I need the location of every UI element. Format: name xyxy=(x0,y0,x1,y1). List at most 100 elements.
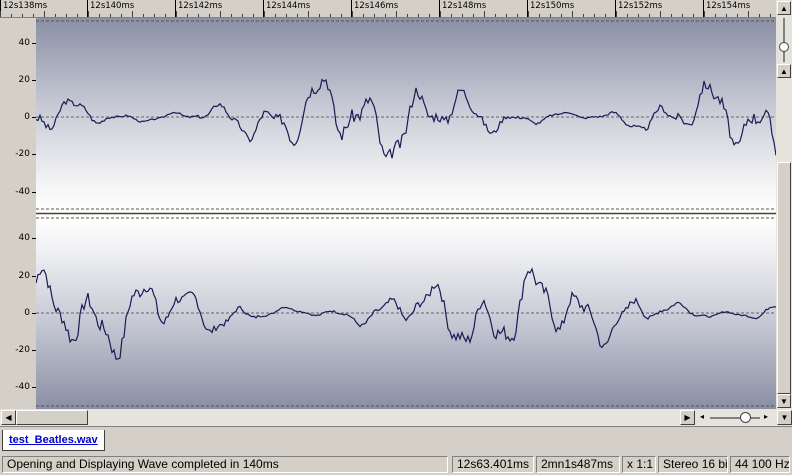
ruler-minor-tick xyxy=(671,14,672,17)
ruler-minor-tick xyxy=(22,14,23,17)
ruler-minor-tick xyxy=(770,14,771,17)
y-label: -20 xyxy=(15,345,30,355)
amplitude-axis: 40 20 0 -20 -40 40 20 0 -20 -40 xyxy=(0,18,36,409)
ruler-minor-tick xyxy=(286,14,287,17)
status-position: 12s63.401ms xyxy=(452,456,534,473)
file-tab[interactable]: test_Beatles.wav xyxy=(2,430,105,451)
vertical-scroll-thumb[interactable] xyxy=(777,162,791,394)
ruler-minor-tick xyxy=(264,11,265,17)
horizontal-scrollbar[interactable]: ◀ ▶ ◂ ▸ ▼ xyxy=(0,409,792,426)
y-label: 0 xyxy=(24,308,30,318)
ruler-minor-tick xyxy=(418,14,419,17)
ruler-minor-tick xyxy=(198,14,199,17)
vertical-scrollbar[interactable]: ▲ ▲ ▼ xyxy=(776,0,792,409)
channel-left-bg xyxy=(36,18,776,212)
y-label: -20 xyxy=(15,149,30,159)
ruler-minor-tick xyxy=(341,14,342,17)
ruler-minor-tick xyxy=(132,11,133,17)
arrow-right-icon[interactable]: ▸ xyxy=(764,412,768,421)
ruler-minor-tick xyxy=(176,11,177,17)
ruler-minor-tick xyxy=(143,14,144,17)
ruler-minor-tick xyxy=(121,14,122,17)
y-label: 20 xyxy=(18,75,30,85)
ruler-minor-tick xyxy=(242,14,243,17)
ruler-minor-tick xyxy=(396,11,397,17)
ruler-minor-tick xyxy=(616,11,617,17)
status-message: Opening and Displaying Wave completed in… xyxy=(2,456,448,473)
status-bar: Opening and Displaying Wave completed in… xyxy=(0,454,792,475)
ruler-minor-tick xyxy=(44,11,45,17)
ruler-minor-tick xyxy=(748,11,749,17)
arrow-left-icon[interactable]: ◂ xyxy=(700,412,704,421)
ruler-minor-tick xyxy=(451,14,452,17)
arrow-down-icon[interactable]: ▼ xyxy=(777,394,791,408)
ruler-minor-tick xyxy=(440,11,441,17)
waveform-display[interactable] xyxy=(36,18,776,409)
status-zoom: x 1:1 xyxy=(622,456,656,473)
status-rate: 44 100 Hz xyxy=(730,456,790,473)
ruler-minor-tick xyxy=(528,11,529,17)
horizontal-zoom-slider[interactable]: ◂ ▸ xyxy=(698,410,776,425)
arrow-up-icon[interactable]: ▲ xyxy=(777,64,791,78)
ruler-minor-tick xyxy=(539,14,540,17)
ruler-minor-tick xyxy=(374,14,375,17)
ruler-minor-tick xyxy=(66,14,67,17)
ruler-minor-tick xyxy=(352,11,353,17)
ruler-minor-tick xyxy=(187,14,188,17)
y-label: 0 xyxy=(24,112,30,122)
ruler-minor-tick xyxy=(495,14,496,17)
ruler-minor-tick xyxy=(319,14,320,17)
arrow-down-icon[interactable]: ▼ xyxy=(777,410,792,425)
ruler-minor-tick xyxy=(704,11,705,17)
vertical-zoom-slider[interactable] xyxy=(779,18,789,62)
ruler-minor-tick xyxy=(385,14,386,17)
y-label: 40 xyxy=(18,38,30,48)
status-format: Stereo 16 bit xyxy=(658,456,728,473)
ruler-minor-tick xyxy=(99,14,100,17)
ruler-minor-tick xyxy=(572,11,573,17)
arrow-up-icon[interactable]: ▲ xyxy=(777,1,791,15)
ruler-minor-tick xyxy=(220,11,221,17)
ruler-minor-tick xyxy=(473,14,474,17)
horizontal-scroll-thumb[interactable] xyxy=(16,410,88,425)
ruler-minor-tick xyxy=(297,14,298,17)
ruler-minor-tick xyxy=(33,14,34,17)
ruler-minor-tick xyxy=(253,14,254,17)
ruler-minor-tick xyxy=(275,14,276,17)
ruler-minor-tick xyxy=(605,14,606,17)
slider-icon[interactable] xyxy=(779,42,789,52)
y-label: -40 xyxy=(15,382,30,392)
channel-right-bg xyxy=(36,215,776,409)
arrow-left-icon[interactable]: ◀ xyxy=(1,410,16,425)
status-length: 2mn1s487ms xyxy=(536,456,620,473)
ruler-minor-tick xyxy=(737,14,738,17)
ruler-minor-tick xyxy=(759,14,760,17)
ruler-minor-tick xyxy=(693,14,694,17)
ruler-minor-tick xyxy=(561,14,562,17)
ruler-minor-tick xyxy=(462,14,463,17)
ruler-minor-tick xyxy=(0,11,1,17)
ruler-minor-tick xyxy=(110,14,111,17)
slider-icon[interactable] xyxy=(740,412,751,423)
ruler-minor-tick xyxy=(726,14,727,17)
ruler-minor-tick xyxy=(88,11,89,17)
arrow-right-icon[interactable]: ▶ xyxy=(680,410,695,425)
ruler-minor-tick xyxy=(517,14,518,17)
ruler-minor-tick xyxy=(407,14,408,17)
ruler-minor-tick xyxy=(550,14,551,17)
time-ruler[interactable]: 12s138ms 12s140ms 12s142ms 12s144ms 12s1… xyxy=(0,0,776,18)
ruler-minor-tick xyxy=(506,14,507,17)
y-label: 40 xyxy=(18,233,30,243)
y-label: 20 xyxy=(18,271,30,281)
ruler-minor-tick xyxy=(330,14,331,17)
ruler-minor-tick xyxy=(627,14,628,17)
ruler-minor-tick xyxy=(594,14,595,17)
ruler-minor-tick xyxy=(660,11,661,17)
ruler-minor-tick xyxy=(583,14,584,17)
ruler-minor-tick xyxy=(231,14,232,17)
ruler-minor-tick xyxy=(715,14,716,17)
ruler-minor-tick xyxy=(154,14,155,17)
ruler-minor-tick xyxy=(484,11,485,17)
ruler-minor-tick xyxy=(209,14,210,17)
file-tabs: test_Beatles.wav xyxy=(0,426,792,455)
